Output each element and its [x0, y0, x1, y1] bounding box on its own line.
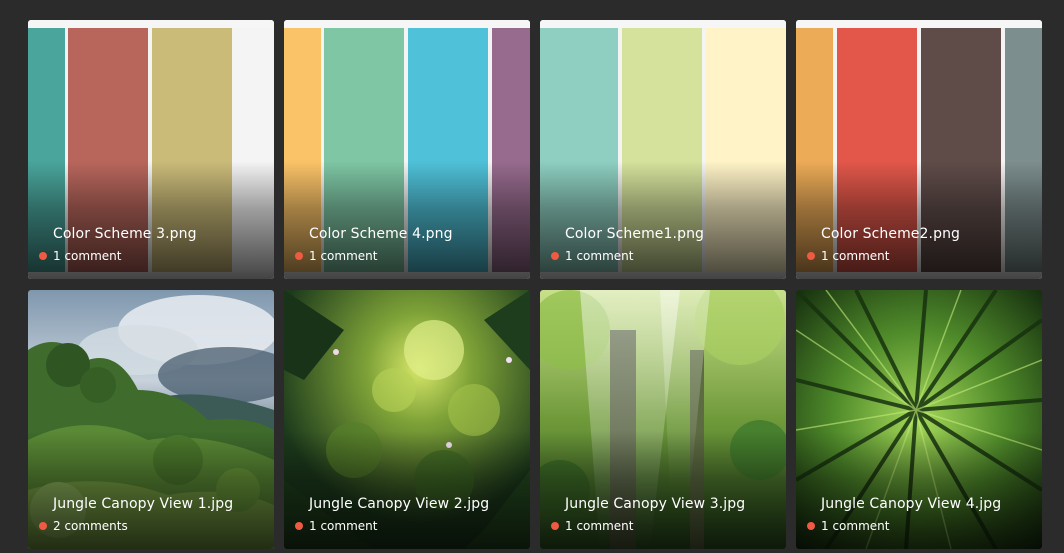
comment-count[interactable]: 1 comment [295, 248, 377, 264]
card-title: Color Scheme 4.png [309, 226, 453, 242]
card-title: Jungle Canopy View 2.jpg [309, 496, 490, 512]
comment-count[interactable]: 2 comments [39, 518, 128, 534]
comment-dot-icon [39, 522, 47, 530]
asset-card[interactable]: Jungle Canopy View 2.jpg 1 comment [284, 290, 530, 549]
card-title: Jungle Canopy View 1.jpg [53, 496, 234, 512]
asset-card[interactable]: Jungle Canopy View 4.jpg 1 comment [796, 290, 1042, 549]
comment-dot-icon [39, 252, 47, 260]
card-info: Color Scheme 4.png 1 comment [284, 219, 530, 279]
card-title: Jungle Canopy View 3.jpg [565, 496, 746, 512]
comment-dot-icon [551, 522, 559, 530]
card-info: Jungle Canopy View 4.jpg 1 comment [796, 489, 1042, 549]
comment-count[interactable]: 1 comment [807, 248, 889, 264]
card-info: Color Scheme2.png 1 comment [796, 219, 1042, 279]
card-info: Jungle Canopy View 1.jpg 2 comments [28, 489, 274, 549]
comment-dot-icon [551, 252, 559, 260]
comment-count[interactable]: 1 comment [551, 248, 633, 264]
card-title: Jungle Canopy View 4.jpg [821, 496, 1002, 512]
comment-count[interactable]: 1 comment [807, 518, 889, 534]
card-title: Color Scheme2.png [821, 226, 961, 242]
asset-grid: Color Scheme 3.png 1 comment Color Schem… [28, 20, 1042, 549]
asset-card[interactable]: Color Scheme 3.png 1 comment [28, 20, 274, 279]
comment-dot-icon [807, 252, 815, 260]
card-title: Color Scheme 3.png [53, 226, 197, 242]
asset-card[interactable]: Color Scheme 4.png 1 comment [284, 20, 530, 279]
asset-card[interactable]: Color Scheme1.png 1 comment [540, 20, 786, 279]
card-info: Color Scheme 3.png 1 comment [28, 219, 274, 279]
card-info: Color Scheme1.png 1 comment [540, 219, 786, 279]
card-info: Jungle Canopy View 3.jpg 1 comment [540, 489, 786, 549]
asset-card[interactable]: Jungle Canopy View 1.jpg 2 comments [28, 290, 274, 549]
asset-card[interactable]: Color Scheme2.png 1 comment [796, 20, 1042, 279]
card-title: Color Scheme1.png [565, 226, 705, 242]
comment-count[interactable]: 1 comment [39, 248, 121, 264]
asset-card[interactable]: Jungle Canopy View 3.jpg 1 comment [540, 290, 786, 549]
comment-dot-icon [295, 252, 303, 260]
card-info: Jungle Canopy View 2.jpg 1 comment [284, 489, 530, 549]
comment-dot-icon [807, 522, 815, 530]
comment-count[interactable]: 1 comment [295, 518, 377, 534]
comment-dot-icon [295, 522, 303, 530]
comment-count[interactable]: 1 comment [551, 518, 633, 534]
